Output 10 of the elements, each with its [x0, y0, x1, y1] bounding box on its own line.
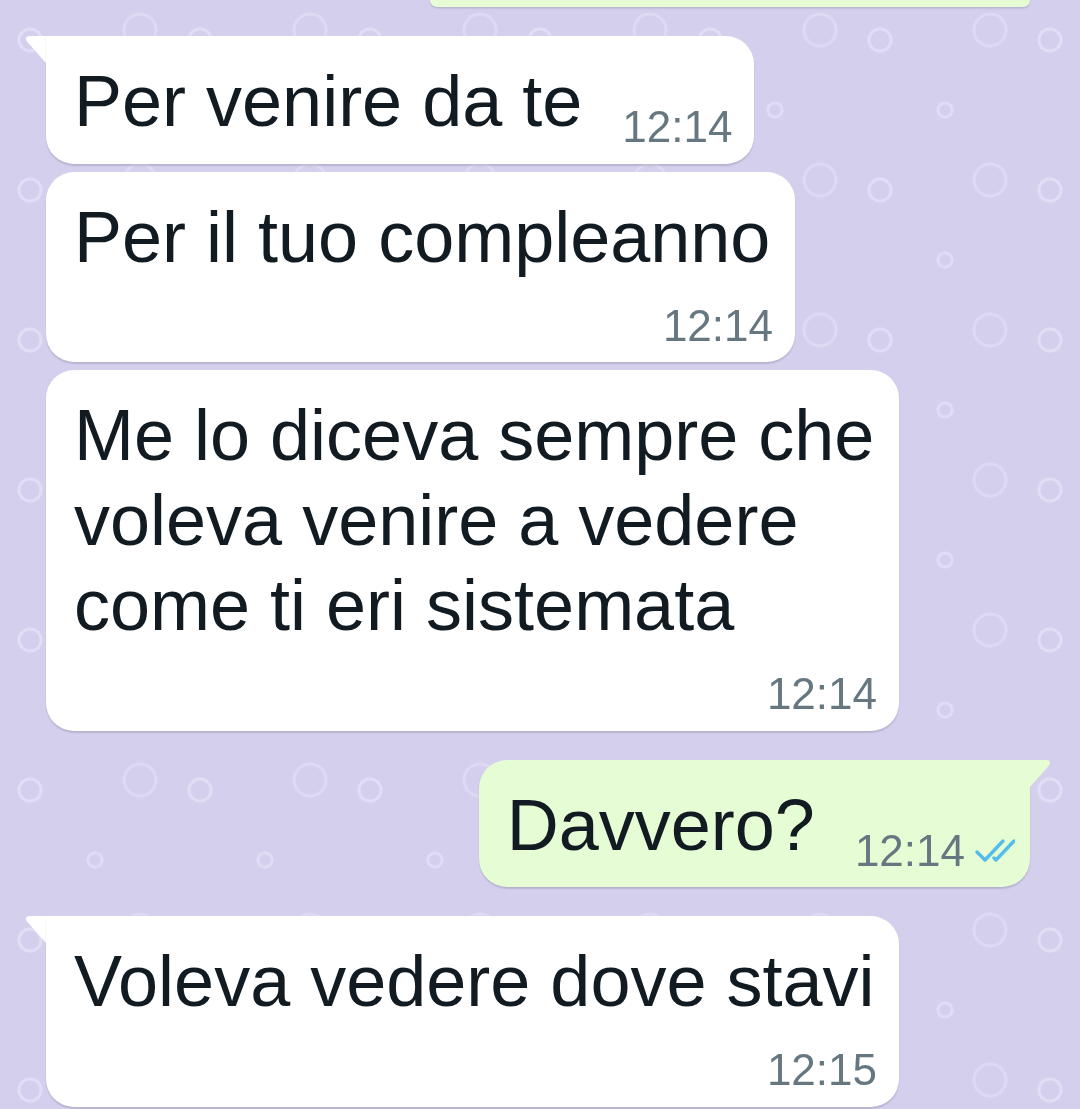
message-time: 12:14 [766, 669, 877, 719]
message-time: 12:14 [854, 825, 965, 876]
message-time: 12:14 [662, 300, 773, 351]
message-text: Voleva vedere dove stavi [74, 940, 876, 1023]
message-text: Per il tuo compleanno [74, 195, 772, 279]
message-text: Me lo diceva sempre che voleva venire a vedere come ti eri sistemata [74, 394, 876, 647]
message-time: 12:15 [766, 1045, 877, 1095]
message-text: Davvero? [506, 783, 815, 867]
message-time: 12:14 [622, 102, 733, 152]
message-text: Per venire da te [74, 60, 583, 143]
